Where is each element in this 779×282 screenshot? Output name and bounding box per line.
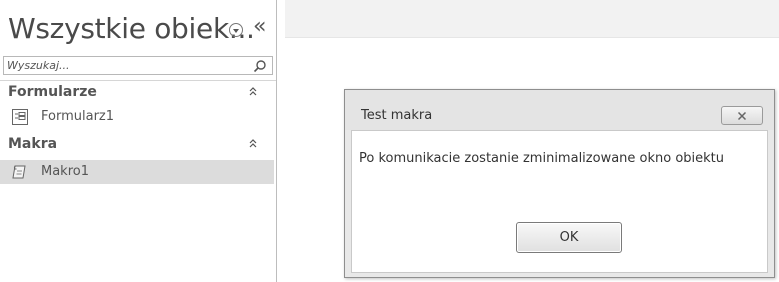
search-box [3, 56, 273, 75]
dialog-message: Po komunikacie zostanie zminimalizowane … [359, 151, 725, 166]
nav-item-formularz1[interactable]: Formularz1 [0, 105, 274, 129]
chevron-up-double-icon[interactable] [247, 85, 259, 97]
group-label: Formularze [8, 84, 97, 100]
chevron-up-double-icon[interactable] [247, 137, 259, 149]
search-icon[interactable] [248, 57, 272, 74]
chevron-down-icon[interactable] [229, 23, 243, 37]
nav-item-makro1[interactable]: Makro1 [0, 160, 274, 184]
collapse-pane-icon[interactable]: « [253, 14, 266, 39]
group-label: Makra [8, 136, 58, 152]
search-input[interactable] [4, 57, 250, 74]
group-header-forms[interactable]: Formularze [0, 80, 276, 102]
close-icon[interactable] [721, 106, 763, 125]
macro-icon [12, 165, 26, 179]
navigation-pane: Wszystkie obiek... « Formularze Formular… [0, 0, 277, 282]
nav-item-label: Formularz1 [41, 109, 115, 124]
dialog-titlebar[interactable]: Test makra [345, 90, 774, 130]
dialog-title: Test makra [361, 108, 433, 123]
nav-item-label: Makro1 [41, 164, 89, 179]
form-icon [12, 109, 28, 125]
group-header-macros[interactable]: Makra [0, 133, 276, 155]
ok-button[interactable]: OK [516, 222, 622, 253]
document-tab-bar [285, 0, 779, 38]
nav-header[interactable]: Wszystkie obiek... « [0, 0, 277, 52]
nav-title[interactable]: Wszystkie obiek... [8, 12, 255, 45]
dialog-body: Po komunikacie zostanie zminimalizowane … [351, 130, 768, 273]
message-dialog: Test makra Po komunikacie zostanie zmini… [344, 89, 775, 278]
